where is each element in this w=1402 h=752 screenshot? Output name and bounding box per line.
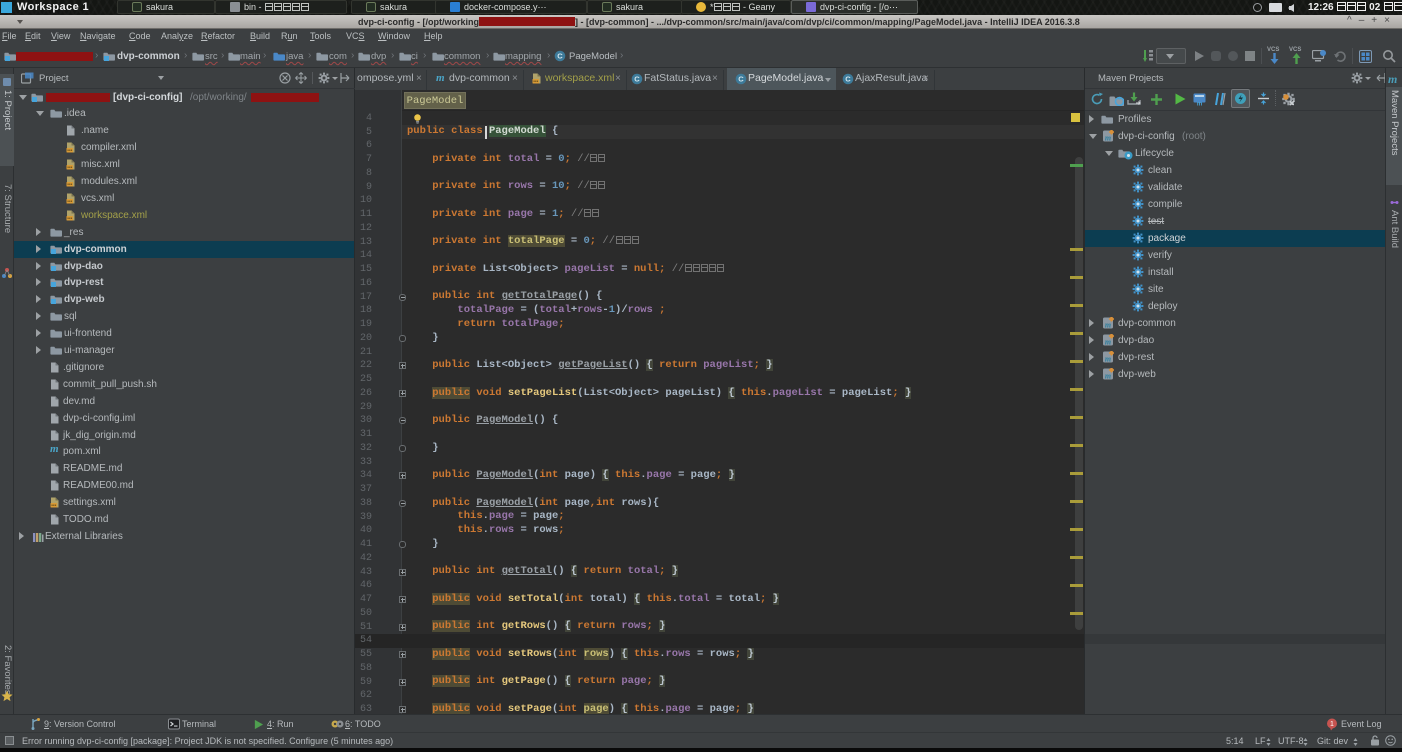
- svg-text:1: 1: [1330, 721, 1334, 728]
- svg-text:m: m: [1197, 102, 1202, 107]
